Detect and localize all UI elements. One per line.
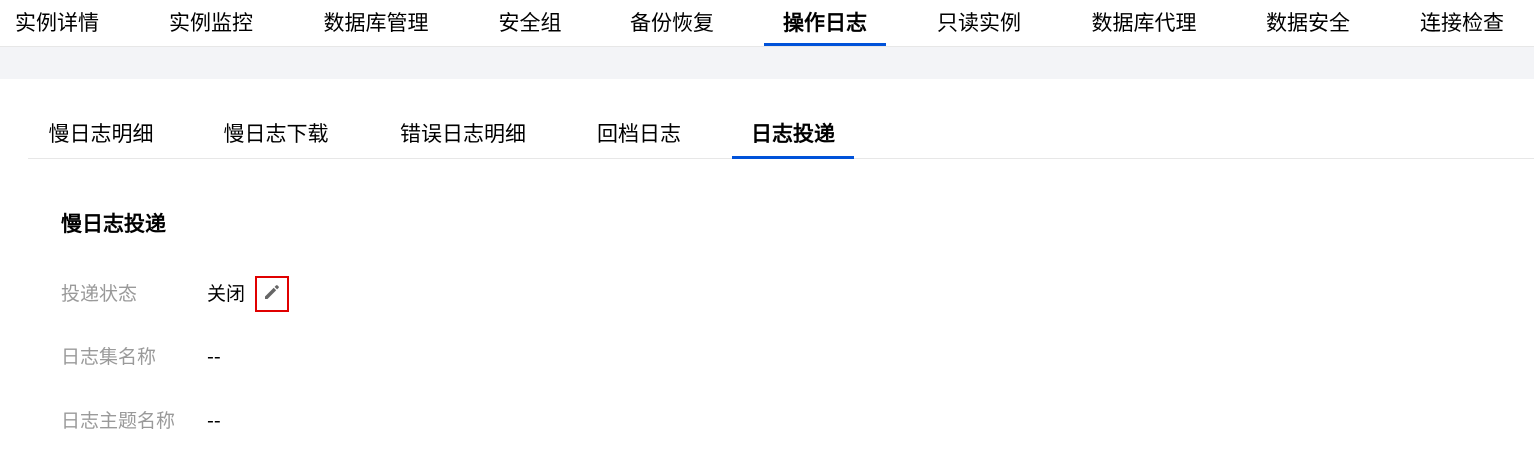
tab-label: 只读实例 — [937, 11, 1021, 35]
field-label-delivery-status: 投递状态 — [61, 283, 138, 305]
pencil-icon — [262, 282, 282, 306]
tab-security-group[interactable]: 安全组 — [496, 0, 564, 46]
tab-read-only-instance[interactable]: 只读实例 — [934, 0, 1024, 46]
field-value-log-topic-name: -- — [207, 410, 221, 432]
sub-tab-bar: 慢日志明细 慢日志下载 错误日志明细 回档日志 日志投递 — [28, 110, 1534, 159]
tab-label: 数据库管理 — [323, 11, 429, 35]
subtab-error-log-details[interactable]: 错误日志明细 — [396, 110, 530, 158]
field-label-log-topic-name: 日志主题名称 — [61, 410, 176, 432]
active-subtab-indicator — [732, 156, 854, 159]
subtab-label: 慢日志下载 — [223, 122, 329, 146]
field-value-logset-name: -- — [207, 346, 221, 368]
tab-database-proxy[interactable]: 数据库代理 — [1088, 0, 1200, 46]
subtab-label: 慢日志明细 — [48, 122, 154, 146]
tab-label: 备份恢复 — [630, 11, 714, 35]
subtab-label: 日志投递 — [751, 122, 835, 146]
edit-delivery-status-button[interactable] — [255, 276, 289, 312]
active-tab-indicator — [764, 43, 886, 46]
tab-label: 实例监控 — [169, 11, 253, 35]
tab-instance-details[interactable]: 实例详情 — [12, 0, 102, 46]
subtab-label: 回档日志 — [597, 122, 681, 146]
section-title: 慢日志投递 — [61, 212, 166, 236]
tab-connection-check[interactable]: 连接检查 — [1417, 0, 1507, 46]
subtab-slow-log-details[interactable]: 慢日志明细 — [45, 110, 157, 158]
tab-database-management[interactable]: 数据库管理 — [320, 0, 432, 46]
tab-label: 数据库代理 — [1091, 11, 1197, 35]
subtab-label: 错误日志明细 — [400, 122, 526, 146]
tab-instance-monitoring[interactable]: 实例监控 — [166, 0, 256, 46]
subtab-log-delivery[interactable]: 日志投递 — [732, 110, 854, 159]
field-label-logset-name: 日志集名称 — [61, 346, 157, 368]
tab-data-security[interactable]: 数据安全 — [1263, 0, 1353, 46]
tab-backup-restore[interactable]: 备份恢复 — [627, 0, 717, 46]
tab-label: 连接检查 — [1420, 11, 1504, 35]
tab-label: 实例详情 — [15, 11, 99, 35]
top-tab-bar: 实例详情 实例监控 数据库管理 安全组 备份恢复 操作日志 只读实例 数据库代理… — [0, 0, 1534, 47]
subtab-rollback-log[interactable]: 回档日志 — [594, 110, 684, 158]
tab-label: 安全组 — [498, 11, 562, 35]
tab-operation-log[interactable]: 操作日志 — [764, 0, 886, 46]
field-value-delivery-status: 关闭 — [207, 283, 246, 305]
content-header-band — [0, 47, 1534, 79]
tab-label: 操作日志 — [783, 11, 867, 35]
tab-label: 数据安全 — [1266, 11, 1350, 35]
subtab-slow-log-download[interactable]: 慢日志下载 — [220, 110, 332, 158]
